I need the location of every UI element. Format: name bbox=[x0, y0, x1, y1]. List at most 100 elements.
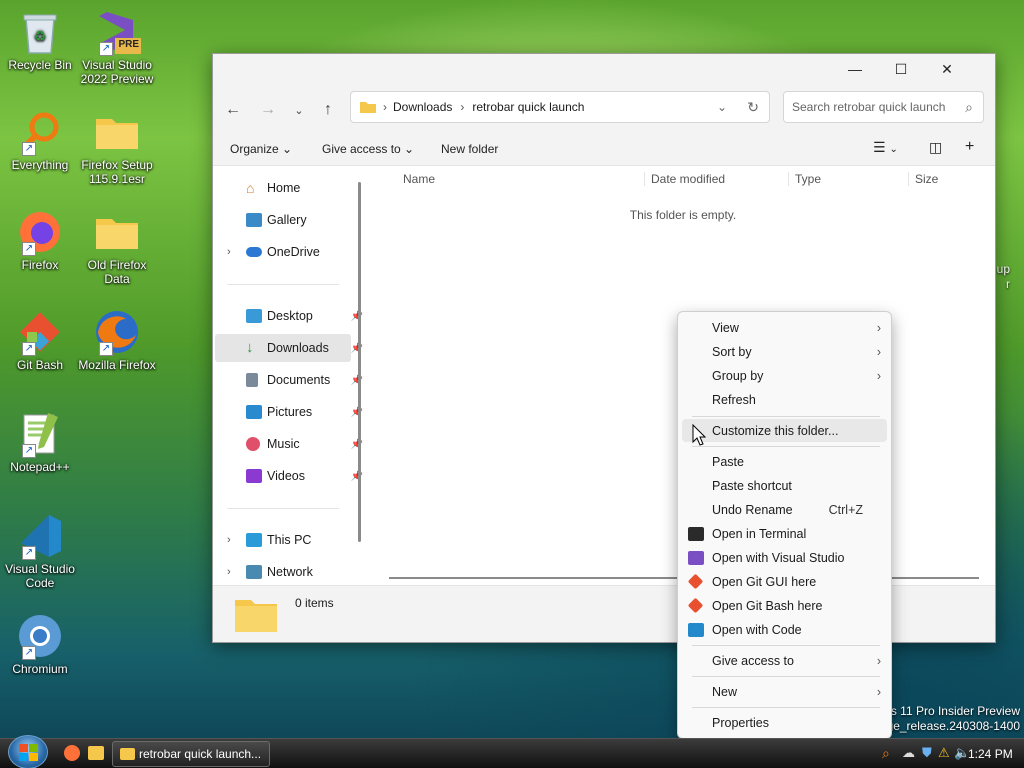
menu-item-refresh[interactable]: Refresh bbox=[682, 388, 887, 411]
new-folder-button[interactable]: New folder bbox=[441, 142, 498, 156]
add-tab-icon[interactable]: + bbox=[965, 138, 974, 156]
file-explorer-quick-launch-icon[interactable] bbox=[88, 746, 104, 760]
start-button[interactable] bbox=[8, 735, 48, 768]
recent-locations-chevron-icon[interactable]: ⌄ bbox=[287, 98, 311, 122]
organize-button[interactable]: Organize ⌄ bbox=[230, 142, 292, 156]
menu-item-open-git-bash[interactable]: Open Git Bash here bbox=[682, 594, 887, 617]
menu-item-open-with-code[interactable]: Open with Code bbox=[682, 618, 887, 641]
expand-chevron-icon[interactable]: › bbox=[227, 246, 231, 258]
expand-chevron-icon[interactable]: › bbox=[227, 534, 231, 546]
menu-item-properties[interactable]: Properties bbox=[682, 711, 887, 734]
empty-folder-message: This folder is empty. bbox=[629, 208, 737, 222]
menu-item-view[interactable]: View › bbox=[682, 316, 887, 339]
security-tray-icon[interactable]: ⛊ bbox=[922, 745, 932, 761]
expand-chevron-icon[interactable]: › bbox=[227, 566, 231, 578]
desktop-icon-chromium[interactable]: ↗ Chromium bbox=[0, 612, 80, 676]
nav-item-music[interactable]: Music 📌 bbox=[215, 430, 363, 458]
nav-item-gallery[interactable]: Gallery bbox=[215, 206, 351, 234]
breadcrumb-downloads[interactable]: Downloads bbox=[393, 100, 452, 114]
nav-item-label: Downloads bbox=[267, 341, 329, 355]
nav-item-downloads[interactable]: ↓ Downloads 📌 bbox=[215, 334, 363, 362]
menu-item-customize-folder[interactable]: Customize this folder... bbox=[682, 419, 887, 442]
menu-item-label: Customize this folder... bbox=[712, 423, 839, 438]
give-access-label: Give access to bbox=[322, 142, 401, 156]
menu-item-open-visual-studio[interactable]: Open with Visual Studio bbox=[682, 546, 887, 569]
desktop-icon-visual-studio-code[interactable]: ↗ Visual Studio Code bbox=[0, 512, 80, 590]
nav-scrollbar[interactable] bbox=[358, 182, 361, 542]
nav-item-label: Gallery bbox=[267, 213, 307, 227]
svg-text:♻: ♻ bbox=[34, 28, 47, 44]
onedrive-tray-icon[interactable]: ☁ bbox=[902, 745, 915, 761]
desktop-icon-notepad-plus-plus[interactable]: ↗ Notepad++ bbox=[0, 410, 80, 474]
git-icon bbox=[687, 597, 704, 614]
close-button[interactable]: ✕ bbox=[924, 54, 970, 84]
address-bar[interactable]: › Downloads › retrobar quick launch ⌄ ↻ bbox=[350, 91, 770, 123]
search-box[interactable]: Search retrobar quick launch ⌕ bbox=[783, 91, 984, 123]
warning-tray-icon[interactable]: ⚠ bbox=[938, 745, 950, 761]
nav-item-onedrive[interactable]: › OneDrive bbox=[215, 238, 351, 266]
firefox-icon: ↗ bbox=[16, 208, 64, 256]
nav-item-this-pc[interactable]: › This PC bbox=[215, 526, 351, 554]
menu-item-open-git-gui[interactable]: Open Git GUI here bbox=[682, 570, 887, 593]
up-arrow-icon[interactable]: ↑ bbox=[316, 98, 340, 122]
menu-separator bbox=[692, 707, 880, 708]
taskbar-button-explorer[interactable]: retrobar quick launch... bbox=[112, 741, 270, 767]
details-pane-icon[interactable]: ◫ bbox=[929, 139, 942, 156]
git-icon bbox=[687, 573, 704, 590]
desktop-icon-mozilla-firefox[interactable]: ↗ Mozilla Firefox bbox=[77, 308, 157, 372]
menu-item-paste-shortcut[interactable]: Paste shortcut bbox=[682, 474, 887, 497]
column-date-modified[interactable]: Date modified bbox=[644, 172, 725, 186]
give-access-button[interactable]: Give access to ⌄ bbox=[322, 142, 414, 156]
menu-item-give-access[interactable]: Give access to › bbox=[682, 649, 887, 672]
menu-item-sort-by[interactable]: Sort by › bbox=[682, 340, 887, 363]
column-size[interactable]: Size bbox=[908, 172, 938, 186]
view-layout-icon[interactable]: ☰ ⌄ bbox=[873, 139, 898, 156]
watermark-line2: 0.ge_release.240308-1400 bbox=[876, 719, 1020, 733]
download-arrow-icon: ↓ bbox=[246, 339, 254, 356]
menu-item-open-terminal[interactable]: Open in Terminal bbox=[682, 522, 887, 545]
column-type[interactable]: Type bbox=[788, 172, 821, 186]
firefox-quick-launch-icon[interactable] bbox=[64, 745, 80, 761]
refresh-icon[interactable]: ↻ bbox=[747, 99, 759, 116]
desktop-icon-label: Old Firefox Data bbox=[87, 258, 147, 286]
shortcut-arrow-icon: ↗ bbox=[22, 546, 36, 560]
forward-arrow-icon[interactable]: → bbox=[256, 98, 280, 122]
menu-item-undo-rename[interactable]: Undo Rename Ctrl+Z bbox=[682, 498, 887, 521]
desktop-icon-old-firefox-data[interactable]: Old Firefox Data bbox=[77, 208, 157, 286]
nav-item-network[interactable]: › Network bbox=[215, 558, 351, 586]
desktop-icon-recycle-bin[interactable]: ♻ Recycle Bin bbox=[0, 8, 80, 72]
column-name[interactable]: Name bbox=[403, 172, 435, 186]
desktop-icon-everything[interactable]: ↗ Everything bbox=[0, 108, 80, 172]
windows-build-watermark: ws 11 Pro Insider Preview 0.ge_release.2… bbox=[877, 704, 1020, 734]
everything-tray-icon[interactable]: ⌕ bbox=[882, 745, 890, 762]
desktop-icon-git-bash[interactable]: ↗ Git Bash bbox=[0, 308, 80, 372]
address-dropdown-chevron-icon[interactable]: ⌄ bbox=[717, 100, 727, 114]
title-bar[interactable]: — ☐ ✕ bbox=[213, 54, 995, 84]
shortcut-arrow-icon: ↗ bbox=[22, 142, 36, 156]
nav-item-label: OneDrive bbox=[267, 245, 320, 259]
minimize-button[interactable]: — bbox=[832, 54, 878, 84]
nav-item-home[interactable]: ⌂ Home bbox=[215, 174, 351, 202]
shortcut-arrow-icon: ↗ bbox=[22, 242, 36, 256]
nav-item-desktop[interactable]: Desktop 📌 bbox=[215, 302, 363, 330]
nav-item-documents[interactable]: Documents 📌 bbox=[215, 366, 363, 394]
clock[interactable]: 1:24 PM bbox=[968, 747, 1013, 761]
desktop-icon-firefox[interactable]: ↗ Firefox bbox=[0, 208, 80, 272]
menu-item-new[interactable]: New › bbox=[682, 680, 887, 703]
back-arrow-icon[interactable]: ← bbox=[221, 98, 245, 122]
chevron-right-icon: › bbox=[876, 344, 881, 359]
desktop-icon-visual-studio-2022-preview[interactable]: PRE ↗ Visual Studio 2022 Preview bbox=[77, 8, 157, 86]
menu-item-label: Open in Terminal bbox=[712, 526, 807, 541]
breadcrumb-current-folder[interactable]: retrobar quick launch bbox=[472, 100, 584, 114]
folder-icon bbox=[120, 748, 135, 760]
menu-item-group-by[interactable]: Group by › bbox=[682, 364, 887, 387]
shortcut-arrow-icon: ↗ bbox=[22, 342, 36, 356]
desktop-icon-label: Visual Studio 2022 Preview bbox=[80, 58, 154, 86]
menu-item-paste[interactable]: Paste bbox=[682, 450, 887, 473]
desktop-icon-firefox-setup[interactable]: Firefox Setup 115.9.1esr bbox=[77, 108, 157, 186]
nav-item-videos[interactable]: Videos 📌 bbox=[215, 462, 363, 490]
videos-icon bbox=[246, 469, 262, 483]
pin-icon: 📌 bbox=[350, 342, 363, 354]
maximize-button[interactable]: ☐ bbox=[878, 54, 924, 84]
nav-item-pictures[interactable]: Pictures 📌 bbox=[215, 398, 363, 426]
